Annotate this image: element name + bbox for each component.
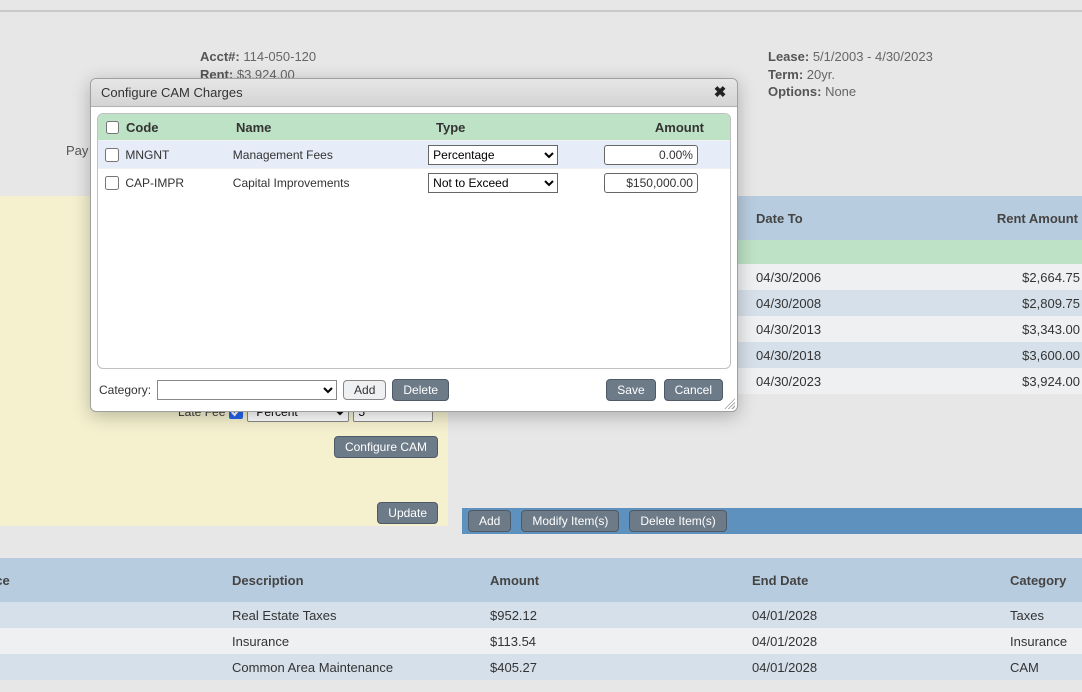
charge-description: Insurance	[232, 634, 482, 649]
rent-col-amount: Rent Amount	[997, 211, 1078, 226]
dialog-save-button[interactable]: Save	[606, 379, 655, 401]
add-rent-button[interactable]: Add	[468, 510, 511, 532]
lease-label: Lease:	[768, 49, 809, 64]
row-code: MNGNT	[125, 148, 232, 162]
rent-amount: $3,600.00	[1022, 348, 1080, 363]
col-amount: Amount	[616, 120, 730, 135]
category-select[interactable]	[157, 380, 337, 400]
charge-recurrence: thly	[0, 634, 90, 649]
acct-label: Acct#:	[200, 49, 240, 64]
dialog-cancel-button[interactable]: Cancel	[664, 379, 723, 401]
cam-grid-header: Code Name Type Amount	[98, 114, 730, 140]
charge-enddate: 04/01/2028	[752, 634, 892, 649]
charge-row[interactable]: thly Insurance $113.54 04/01/2028 Insura…	[0, 628, 1082, 654]
dialog-add-button[interactable]: Add	[343, 380, 386, 400]
dialog-delete-button[interactable]: Delete	[392, 379, 449, 401]
col-amount: Amount	[490, 573, 630, 588]
col-description: Description	[232, 573, 482, 588]
row-type-select[interactable]: Percentage	[428, 145, 558, 165]
options-label: Options:	[768, 84, 821, 99]
charge-recurrence: thly	[0, 608, 90, 623]
lease-value: 5/1/2003 - 4/30/2023	[813, 49, 933, 64]
lease-info: Lease: 5/1/2003 - 4/30/2023 Term: 20yr. …	[768, 48, 933, 101]
rent-date: 04/30/2006	[756, 270, 821, 285]
cam-grid: Code Name Type Amount MNGNT Management F…	[97, 113, 731, 369]
charges-header: rrence Description Amount End Date Categ…	[0, 558, 1082, 602]
row-code: CAP-IMPR	[125, 176, 232, 190]
charge-recurrence: thly	[0, 660, 90, 675]
row-checkbox[interactable]	[105, 176, 119, 190]
row-amount-input[interactable]: 0.00%	[604, 145, 698, 165]
delete-rent-button[interactable]: Delete Item(s)	[629, 510, 726, 532]
rent-amount: $3,924.00	[1022, 374, 1080, 389]
acct-value: 114-050-120	[243, 49, 316, 64]
charge-row[interactable]: thly Real Estate Taxes $952.12 04/01/202…	[0, 602, 1082, 628]
configure-cam-button[interactable]: Configure CAM	[334, 436, 438, 458]
charge-category: Insurance	[1010, 634, 1082, 649]
rent-date: 04/30/2008	[756, 296, 821, 311]
dialog-footer: Category: Add Delete Save Cancel	[91, 375, 737, 411]
charge-category: Taxes	[1010, 608, 1082, 623]
category-label: Category:	[99, 383, 151, 397]
charge-row[interactable]: thly Common Area Maintenance $405.27 04/…	[0, 654, 1082, 680]
dialog-title: Configure CAM Charges	[101, 85, 243, 100]
update-button[interactable]: Update	[377, 502, 438, 524]
charge-amount: $405.27	[490, 660, 630, 675]
row-type-select[interactable]: Not to Exceed	[428, 173, 558, 193]
cam-row[interactable]: MNGNT Management Fees Percentage 0.00%	[98, 140, 730, 168]
term-value: 20yr.	[807, 67, 835, 82]
col-name: Name	[236, 120, 436, 135]
dialog-titlebar[interactable]: Configure CAM Charges ✖	[91, 79, 737, 107]
rent-amount: $2,809.75	[1022, 296, 1080, 311]
rent-amount: $3,343.00	[1022, 322, 1080, 337]
pay-fragment: Pay	[66, 143, 88, 158]
col-recurrence: rrence	[0, 573, 90, 588]
charges-table: rrence Description Amount End Date Categ…	[0, 558, 1082, 680]
rent-date: 04/30/2023	[756, 374, 821, 389]
col-enddate: End Date	[752, 573, 892, 588]
rent-action-bar: Add Modify Item(s) Delete Item(s)	[462, 508, 1082, 534]
charge-amount: $952.12	[490, 608, 630, 623]
col-code: Code	[126, 120, 236, 135]
cam-row[interactable]: CAP-IMPR Capital Improvements Not to Exc…	[98, 168, 730, 196]
rent-date: 04/30/2013	[756, 322, 821, 337]
resize-grip-icon[interactable]	[723, 397, 735, 409]
select-all-checkbox[interactable]	[106, 121, 119, 134]
charge-enddate: 04/01/2028	[752, 660, 892, 675]
modify-rent-button[interactable]: Modify Item(s)	[521, 510, 619, 532]
charge-enddate: 04/01/2028	[752, 608, 892, 623]
charge-category: CAM	[1010, 660, 1082, 675]
rent-amount: $2,664.75	[1022, 270, 1080, 285]
col-category: Category	[1010, 573, 1082, 588]
options-value: None	[825, 84, 856, 99]
rent-col-date: Date To	[756, 211, 803, 226]
close-icon[interactable]: ✖	[711, 83, 729, 101]
row-name: Management Fees	[233, 148, 428, 162]
term-label: Term:	[768, 67, 803, 82]
row-checkbox[interactable]	[105, 148, 119, 162]
charge-description: Real Estate Taxes	[232, 608, 482, 623]
configure-cam-dialog: Configure CAM Charges ✖ Code Name Type A…	[90, 78, 738, 412]
row-amount-input[interactable]: $150,000.00	[604, 173, 698, 193]
charge-amount: $113.54	[490, 634, 630, 649]
rent-date: 04/30/2018	[756, 348, 821, 363]
charge-description: Common Area Maintenance	[232, 660, 482, 675]
row-name: Capital Improvements	[233, 176, 428, 190]
col-type: Type	[436, 120, 616, 135]
top-divider	[0, 10, 1082, 12]
